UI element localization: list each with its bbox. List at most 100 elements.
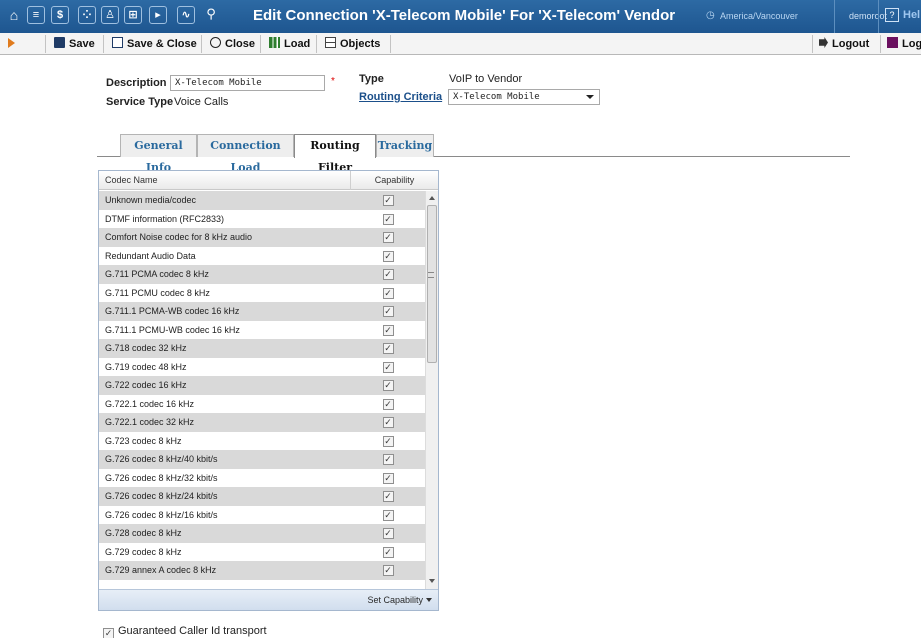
service-type-label: Service Type: [106, 96, 174, 108]
table-row[interactable]: G.718 codec 32 kHz ✓: [99, 339, 425, 358]
capability-checkbox[interactable]: ✓: [382, 195, 394, 206]
capability-cell: ✓: [351, 231, 425, 243]
capability-checkbox[interactable]: ✓: [382, 454, 394, 465]
capability-checkbox[interactable]: ✓: [382, 528, 394, 539]
capability-cell: ✓: [351, 490, 425, 502]
codec-name-header[interactable]: Codec Name: [105, 175, 158, 185]
table-row[interactable]: Comfort Noise codec for 8 kHz audio ✓: [99, 228, 425, 247]
save-button[interactable]: Save: [54, 33, 95, 55]
capability-checkbox[interactable]: ✓: [382, 509, 394, 521]
capability-checkbox[interactable]: ✓: [382, 324, 394, 336]
tab-tracking[interactable]: Tracking: [376, 134, 434, 157]
save-close-button[interactable]: Save & Close: [112, 33, 197, 55]
table-row[interactable]: G.722 codec 16 kHz ✓: [99, 376, 425, 395]
table-row[interactable]: G.711.1 PCMU-WB codec 16 kHz ✓: [99, 321, 425, 340]
capability-cell: ✓: [351, 398, 425, 410]
help-link[interactable]: Hel: [903, 9, 920, 21]
grid-icon[interactable]: ⁘: [78, 6, 96, 24]
table-row[interactable]: G.723 codec 8 kHz ✓: [99, 432, 425, 451]
search-icon[interactable]: ⚲: [202, 6, 220, 24]
table-row[interactable]: G.728 codec 8 kHz ✓: [99, 524, 425, 543]
capability-header[interactable]: Capability: [351, 175, 438, 185]
table-row[interactable]: G.729 annex A codec 8 kHz ✓: [99, 561, 425, 580]
help-icon[interactable]: ?: [885, 8, 899, 22]
table-row[interactable]: G.722.1 codec 32 kHz ✓: [99, 413, 425, 432]
capability-checkbox[interactable]: ✓: [382, 398, 394, 410]
guaranteed-caller-id-option[interactable]: ✓ Guaranteed Caller Id transport: [103, 625, 267, 638]
tree-icon[interactable]: ⊞: [124, 6, 142, 24]
scroll-thumb[interactable]: [427, 205, 437, 363]
codec-name-cell: G.711 PCMU codec 8 kHz: [105, 287, 210, 298]
capability-checkbox[interactable]: ✓: [382, 417, 394, 428]
guaranteed-caller-id-checkbox[interactable]: ✓: [103, 628, 114, 638]
capability-checkbox[interactable]: ✓: [382, 232, 394, 243]
description-input[interactable]: [170, 75, 325, 91]
home-icon[interactable]: ⌂: [5, 6, 23, 24]
routing-criteria-link[interactable]: Routing Criteria: [359, 91, 442, 103]
table-row[interactable]: G.729 codec 8 kHz ✓: [99, 543, 425, 562]
grid-scrollbar[interactable]: [425, 191, 438, 589]
capability-checkbox[interactable]: ✓: [382, 491, 394, 502]
tab-routing-filter[interactable]: Routing Filter: [294, 134, 376, 174]
logout-label: Logout: [832, 38, 870, 50]
capability-checkbox[interactable]: ✓: [382, 213, 394, 225]
capability-checkbox[interactable]: ✓: [382, 250, 394, 262]
set-capability-button[interactable]: Set Capability: [367, 595, 432, 605]
capability-checkbox[interactable]: ✓: [382, 472, 394, 484]
codec-name-cell: Comfort Noise codec for 8 kHz audio: [105, 232, 253, 242]
table-row[interactable]: G.711 PCMA codec 8 kHz ✓: [99, 265, 425, 284]
table-row[interactable]: G.711 PCMU codec 8 kHz ✓: [99, 284, 425, 303]
codec-name-cell: G.723 codec 8 kHz: [105, 435, 182, 446]
capability-checkbox[interactable]: ✓: [382, 361, 394, 373]
grid-header: Codec Name Capability: [99, 171, 438, 190]
chart-icon[interactable]: ∿: [177, 6, 195, 24]
tab-general-info[interactable]: General Info: [120, 134, 197, 174]
toolbar-divider: [45, 35, 46, 53]
codec-name-cell: G.722.1 codec 16 kHz: [105, 398, 195, 409]
capability-checkbox[interactable]: ✓: [382, 306, 394, 317]
table-row[interactable]: Unknown media/codec ✓: [99, 191, 425, 210]
save-label: Save: [69, 38, 95, 50]
list-icon[interactable]: ≡: [27, 6, 45, 24]
scroll-down-icon[interactable]: [429, 579, 435, 583]
capability-checkbox[interactable]: ✓: [382, 565, 394, 576]
description-label: Description: [106, 77, 167, 89]
table-row[interactable]: G.726 codec 8 kHz/24 kbit/s ✓: [99, 487, 425, 506]
log-button[interactable]: Log: [887, 33, 921, 55]
scroll-up-icon[interactable]: [429, 196, 435, 200]
table-row[interactable]: G.726 codec 8 kHz/40 kbit/s ✓: [99, 450, 425, 469]
table-row[interactable]: G.722.1 codec 16 kHz ✓: [99, 395, 425, 414]
capability-cell: ✓: [351, 305, 425, 317]
capability-cell: ✓: [351, 416, 425, 428]
capability-checkbox[interactable]: ✓: [382, 287, 394, 299]
toolbar-divider: [201, 35, 202, 53]
capability-cell: ✓: [351, 509, 425, 521]
capability-checkbox[interactable]: ✓: [382, 546, 394, 558]
codec-name-cell: G.722.1 codec 32 kHz: [105, 417, 195, 427]
capability-checkbox[interactable]: ✓: [382, 435, 394, 447]
table-row[interactable]: DTMF information (RFC2833) ✓: [99, 210, 425, 229]
table-row[interactable]: G.726 codec 8 kHz/16 kbit/s ✓: [99, 506, 425, 525]
objects-button[interactable]: Objects: [325, 33, 380, 55]
close-button[interactable]: Close: [210, 33, 255, 55]
table-row[interactable]: G.726 codec 8 kHz/32 kbit/s ✓: [99, 469, 425, 488]
tab-connection-load[interactable]: Connection Load: [197, 134, 294, 174]
play-icon[interactable]: ▸: [149, 6, 167, 24]
capability-checkbox[interactable]: ✓: [382, 380, 394, 391]
table-row[interactable]: G.711.1 PCMA-WB codec 16 kHz ✓: [99, 302, 425, 321]
codec-name-cell: G.711.1 PCMA-WB codec 16 kHz: [105, 306, 240, 316]
table-row[interactable]: Redundant Audio Data ✓: [99, 247, 425, 266]
routing-criteria-select[interactable]: X-Telecom Mobile: [448, 89, 600, 105]
capability-checkbox[interactable]: ✓: [382, 269, 394, 280]
codec-name-cell: G.722 codec 16 kHz: [105, 380, 187, 390]
user-name: demoroot: [849, 11, 888, 21]
load-button[interactable]: Load: [269, 33, 310, 55]
toolbar-divider: [260, 35, 261, 53]
dollar-icon[interactable]: $: [51, 6, 69, 24]
capability-checkbox[interactable]: ✓: [382, 343, 394, 354]
table-row[interactable]: G.719 codec 48 kHz ✓: [99, 358, 425, 377]
codec-name-cell: G.728 codec 8 kHz: [105, 528, 182, 538]
logout-button[interactable]: Logout: [819, 33, 869, 55]
person-icon[interactable]: ♙: [101, 6, 119, 24]
codec-name-cell: G.726 codec 8 kHz/16 kbit/s: [105, 509, 218, 520]
